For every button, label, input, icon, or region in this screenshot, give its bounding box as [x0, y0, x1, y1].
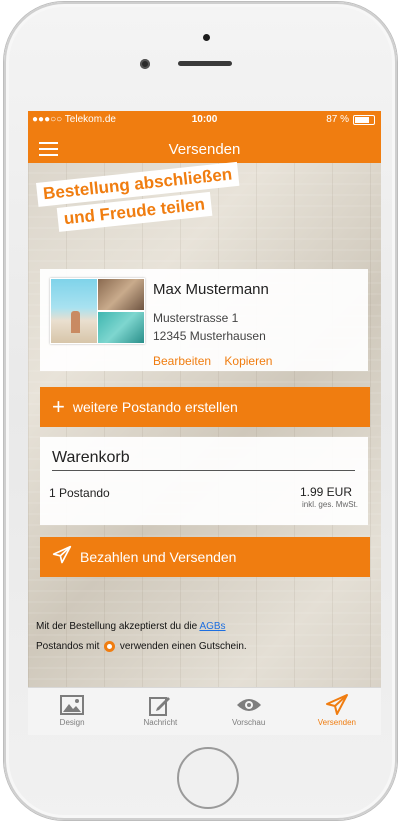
tab-vorschau-label: Vorschau	[231, 718, 266, 727]
pay-and-send-label: Bezahlen und Versenden	[80, 549, 237, 565]
tab-vorschau[interactable]: Vorschau	[205, 688, 293, 735]
recipient-card: Max Mustermann Musterstrasse 1 12345 Mus…	[40, 269, 368, 371]
tab-nachricht[interactable]: Nachricht	[116, 688, 204, 735]
send-icon	[293, 692, 381, 718]
coupon-icon	[104, 640, 116, 652]
top-bar: ●●●○○ Telekom.de 10:00 87 % Versenden	[28, 111, 381, 163]
promo-banner: Bestellung abschließen und Freude teilen	[36, 160, 260, 237]
send-icon	[52, 545, 72, 569]
cart-price: 1.99 EUR	[299, 485, 352, 499]
cart-tax-note: inkl. ges. MwSt.	[301, 500, 358, 509]
cart-divider	[52, 470, 355, 471]
tab-versenden-label: Versenden	[317, 718, 356, 727]
add-postando-button[interactable]: + weitere Postando erstellen	[40, 387, 370, 427]
battery-icon	[353, 114, 375, 125]
front-camera	[140, 59, 150, 69]
add-postando-label: weitere Postando erstellen	[72, 399, 238, 415]
terms-line-1: Mit der Bestellung akzeptierst du die AG…	[36, 621, 226, 632]
water-photo	[98, 312, 144, 343]
recipient-name: Max Mustermann	[153, 281, 269, 298]
beach-photo	[51, 279, 97, 343]
plus-icon: +	[52, 394, 65, 419]
tab-bar: Design Nachricht Vorschau Versenden	[28, 687, 381, 735]
edit-link[interactable]: Bearbeiten	[153, 354, 211, 368]
tab-design[interactable]: Design	[28, 688, 116, 735]
image-icon	[28, 692, 116, 718]
status-right: 87 %	[326, 114, 375, 125]
recipient-address: Musterstrasse 1 12345 Musterhausen	[153, 309, 266, 345]
home-button[interactable]	[177, 747, 239, 809]
page-title: Versenden	[168, 141, 241, 158]
feet-photo	[98, 279, 144, 310]
tab-nachricht-label: Nachricht	[143, 718, 178, 727]
earpiece	[178, 61, 232, 66]
eye-icon	[205, 692, 293, 718]
agb-link[interactable]: AGBs	[199, 621, 225, 632]
copy-link[interactable]: Kopieren	[224, 354, 272, 368]
terms-text: Mit der Bestellung akzeptierst du die AG…	[36, 617, 247, 657]
battery-percent: 87 %	[326, 114, 349, 125]
app-screen: ●●●○○ Telekom.de 10:00 87 % Versenden Be…	[28, 111, 381, 735]
tab-design-label: Design	[59, 718, 85, 727]
tab-versenden[interactable]: Versenden	[293, 688, 381, 735]
photo-collage[interactable]	[50, 278, 145, 344]
speaker-dot	[203, 34, 210, 41]
card-actions: Bearbeiten Kopieren	[153, 354, 282, 368]
cart-title: Warenkorb	[52, 449, 130, 466]
pay-and-send-button[interactable]: Bezahlen und Versenden	[40, 537, 370, 577]
status-bar: ●●●○○ Telekom.de 10:00 87 %	[28, 111, 381, 129]
cart-item: 1 Postando	[49, 486, 110, 500]
edit-icon	[116, 692, 204, 718]
address-city: 12345 Musterhausen	[153, 329, 266, 343]
cart-panel: Warenkorb 1 Postando 1.99 EUR inkl. ges.…	[40, 437, 368, 525]
address-street: Musterstrasse 1	[153, 311, 239, 325]
terms-line-2: Postandos mit verwenden einen Gutschein.	[36, 640, 247, 652]
